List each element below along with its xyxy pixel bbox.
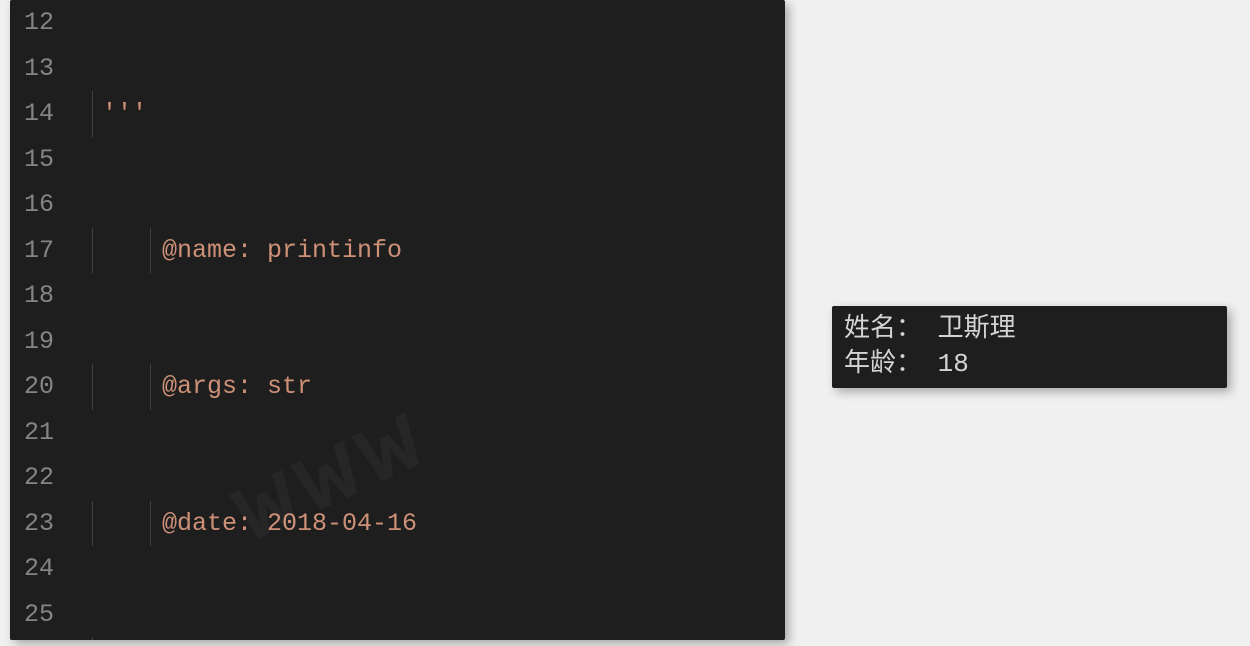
line-number: 25 — [10, 592, 54, 638]
line-number: 24 — [10, 546, 54, 592]
line-number-gutter: 12 13 14 15 16 17 18 19 20 21 22 23 24 2… — [10, 0, 72, 640]
code-line[interactable]: @name: printinfo — [72, 228, 785, 274]
line-number: 20 — [10, 364, 54, 410]
terminal-output-panel: 姓名： 卫斯理 年龄： 18 — [832, 306, 1227, 388]
docstring-args: @args: str — [102, 372, 312, 401]
docstring-open: ''' — [102, 99, 147, 128]
line-number: 13 — [10, 46, 54, 92]
code-content[interactable]: ''' @name: printinfo @args: str @date: 2… — [72, 0, 785, 640]
line-number: 12 — [10, 0, 54, 46]
code-line[interactable]: @date: 2018-04-16 — [72, 501, 785, 547]
line-number: 15 — [10, 137, 54, 183]
docstring-name: @name: printinfo — [102, 236, 402, 265]
line-number: 14 — [10, 91, 54, 137]
output-line-age: 年龄： 18 — [844, 347, 1215, 382]
output-age-value: 18 — [938, 349, 969, 379]
code-line[interactable]: @args: str — [72, 364, 785, 410]
line-number: 19 — [10, 319, 54, 365]
output-age-label: 年龄： — [844, 349, 938, 379]
line-number: 17 — [10, 228, 54, 274]
line-number: 18 — [10, 273, 54, 319]
line-number: 21 — [10, 410, 54, 456]
code-line[interactable]: ''' — [72, 91, 785, 137]
line-number: 22 — [10, 455, 54, 501]
code-editor-panel[interactable]: 12 13 14 15 16 17 18 19 20 21 22 23 24 2… — [10, 0, 785, 640]
line-number: 23 — [10, 501, 54, 547]
line-number: 16 — [10, 182, 54, 228]
output-line-name: 姓名： 卫斯理 — [844, 312, 1215, 347]
code-line[interactable]: ''' — [72, 637, 785, 640]
